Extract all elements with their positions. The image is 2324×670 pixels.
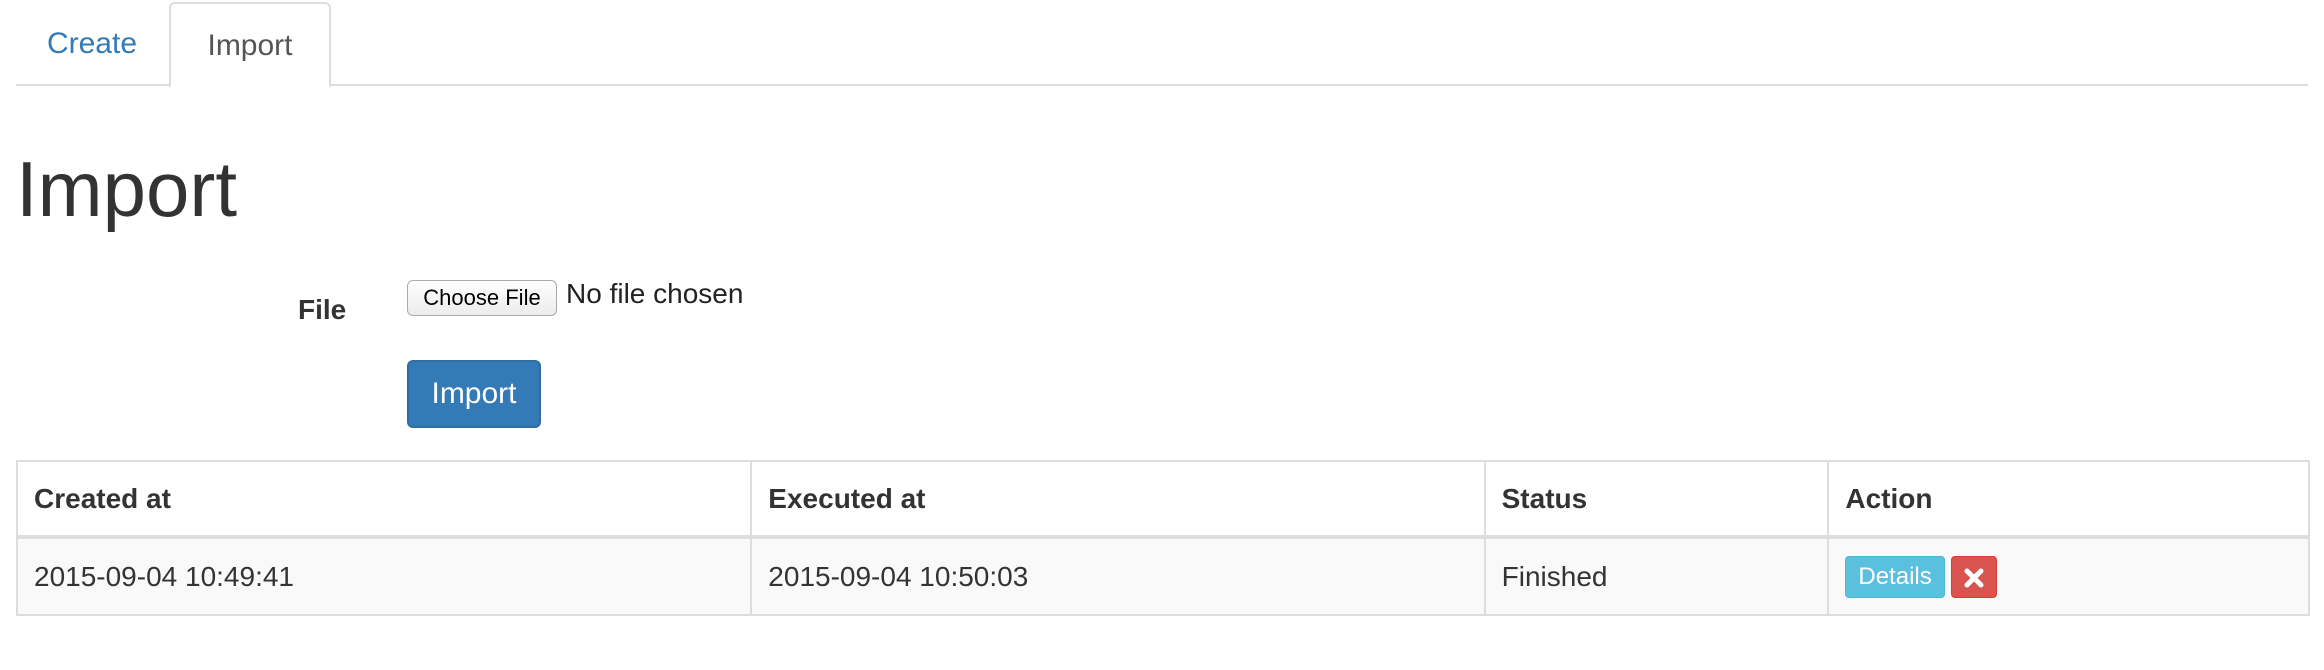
table-header-row: Created at Executed at Status Action: [15, 460, 2310, 539]
details-button[interactable]: Details: [1845, 555, 1945, 598]
cell-status: Finished: [1483, 536, 1830, 616]
header-status: Status: [1483, 460, 1830, 539]
choose-file-button[interactable]: Choose File: [407, 280, 557, 316]
import-button[interactable]: Import: [407, 360, 541, 428]
cell-executed-at: 2015-09-04 10:50:03: [750, 536, 1486, 616]
imports-table: Created at Executed at Status Action 201…: [15, 460, 2310, 616]
header-executed-at: Executed at: [750, 460, 1486, 539]
page-title: Import: [16, 145, 238, 233]
tab-create[interactable]: Create: [16, 2, 168, 86]
cell-action: Details: [1827, 536, 2310, 616]
page: Create Import Import File Choose File No…: [0, 0, 2324, 670]
tab-import[interactable]: Import: [169, 2, 331, 88]
table-row: 2015-09-04 10:49:41 2015-09-04 10:50:03 …: [15, 536, 2310, 616]
file-status-text: No file chosen: [566, 278, 744, 309]
header-action: Action: [1827, 460, 2310, 539]
close-icon: [1964, 568, 1984, 588]
cell-created-at: 2015-09-04 10:49:41: [15, 536, 753, 616]
tab-bar: Create Import: [16, 0, 2308, 88]
header-created-at: Created at: [15, 460, 753, 539]
file-label: File: [298, 294, 347, 325]
delete-button[interactable]: [1950, 555, 1997, 598]
